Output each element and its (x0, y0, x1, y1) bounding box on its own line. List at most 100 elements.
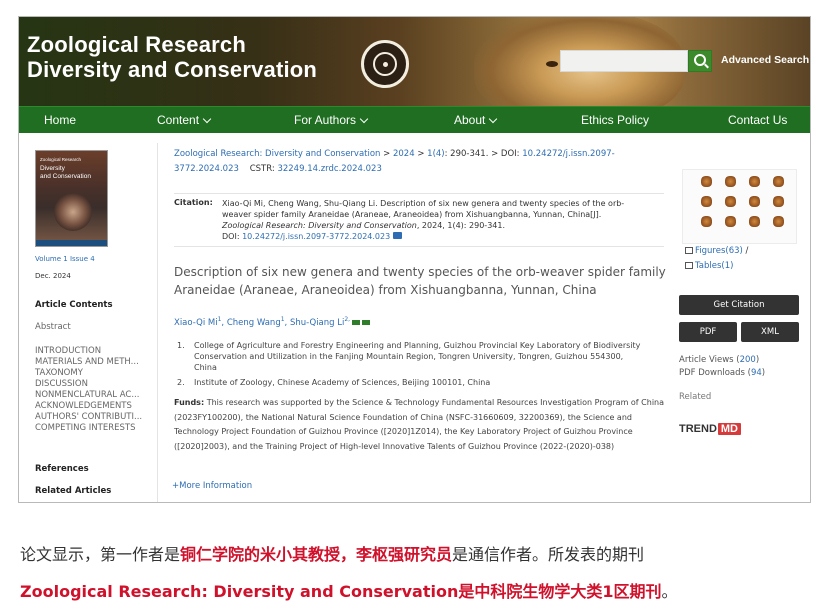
downloads-label: PDF Downloads ( (679, 368, 751, 378)
sidebar-section[interactable]: COMPETING INTERESTS (35, 423, 142, 434)
pdf-downloads: PDF Downloads (94) (679, 367, 765, 380)
nav-ethics-policy[interactable]: Ethics Policy (581, 113, 649, 127)
breadcrumb: Zoological Research: Diversity and Conse… (174, 147, 644, 177)
figure-thumb (773, 216, 784, 227)
search-button[interactable] (688, 50, 712, 72)
funds-label: Funds: (174, 398, 205, 407)
corresponding-author-icon[interactable] (352, 319, 361, 325)
figure-thumb (773, 176, 784, 187)
article-title: Description of six new genera and twenty… (174, 263, 674, 299)
pdf-button[interactable]: PDF (679, 322, 737, 342)
author-link[interactable]: Shu-Qiang Li (290, 318, 344, 328)
sidebar-section[interactable]: ACKNOWLEDGEMENTS (35, 401, 142, 412)
more-information-link[interactable]: +More Information (172, 481, 252, 491)
sidebar-abstract[interactable]: Abstract (35, 322, 71, 332)
breadcrumb-journal[interactable]: Zoological Research: Diversity and Conse… (174, 149, 380, 159)
search-input[interactable] (560, 50, 688, 72)
journal-title-line2[interactable]: Diversity and Conservation (27, 57, 317, 83)
search-icon-handle (704, 63, 709, 69)
views-count[interactable]: 200 (740, 355, 756, 365)
citation-doi-link[interactable]: 10.24272/j.issn.2097-3772.2024.023 (242, 232, 390, 241)
figure-thumb (749, 216, 760, 227)
affiliation-item: 2. Institute of Zoology, Chinese Academy … (177, 377, 647, 388)
nav-contact-us[interactable]: Contact Us (728, 113, 787, 127)
citation-doi-line: DOI: 10.24272/j.issn.2097-3772.2024.023 (222, 231, 662, 242)
cover-bar (36, 240, 107, 246)
lion-eye (546, 61, 558, 67)
figure-thumb (701, 196, 712, 207)
image-icon (685, 247, 693, 254)
email-icon[interactable] (362, 319, 371, 325)
sidebar-related-articles[interactable]: Related Articles (35, 486, 111, 496)
nav-contact-us-label: Contact Us (728, 113, 788, 127)
caption-text: 是通信作者。所发表的期刊 (452, 545, 645, 564)
author-sup: 2, (344, 316, 351, 323)
xml-button[interactable]: XML (741, 322, 799, 342)
citation-line: Xiao-Qi Mi, Cheng Wang, Shu-Qiang Li. De… (222, 199, 625, 208)
figure-thumb (749, 176, 760, 187)
journal-logo[interactable] (361, 40, 409, 88)
author-link[interactable]: Cheng Wang (227, 318, 281, 328)
chevron-down-icon (202, 114, 212, 124)
nav-about[interactable]: About (454, 113, 498, 127)
nav-for-authors-label: For Authors (294, 113, 357, 127)
trendmd-logo[interactable]: TREND MD (679, 423, 741, 435)
citation-box: Citation: Xiao-Qi Mi, Cheng Wang, Shu-Qi… (174, 193, 664, 247)
site-header: Zoological Research Diversity and Conser… (19, 17, 810, 106)
cstr-link[interactable]: 32249.14.zrdc.2024.023 (277, 164, 381, 174)
caption-highlight: 铜仁学院的米小其教授，李枢强研究员 (180, 545, 453, 564)
figures-label: Figures(63) (695, 246, 743, 256)
breadcrumb-doi[interactable]: 10.24272/j.issn.2097- (522, 149, 615, 159)
affiliations: 1. College of Agriculture and Forestry En… (177, 340, 647, 392)
breadcrumb-year[interactable]: 2024 (393, 149, 415, 159)
breadcrumb-doi-cont[interactable]: 3772.2024.023 (174, 164, 239, 174)
tables-link[interactable]: Tables(1) (685, 261, 733, 271)
cover-spider-image (54, 193, 92, 231)
breadcrumb-sep: > (380, 149, 393, 159)
related-heading: Related (679, 392, 712, 402)
downloads-count[interactable]: 94 (751, 368, 762, 378)
sidebar-section[interactable]: INTRODUCTION (35, 346, 142, 357)
nav-ethics-policy-label: Ethics Policy (581, 113, 650, 127)
breadcrumb-pages: : 290-341. > DOI: (444, 149, 523, 159)
cover-title-1: Diversity (40, 165, 65, 172)
logo-ring (373, 52, 397, 76)
get-citation-button[interactable]: Get Citation (679, 295, 799, 315)
author-link[interactable]: Xiao-Qi Mi (174, 318, 218, 328)
nav-content-label: Content (157, 113, 200, 127)
screenshot-frame: Zoological Research Diversity and Conser… (18, 16, 811, 503)
figures-slash: / (742, 246, 749, 256)
affiliation-item: 1. College of Agriculture and Forestry En… (177, 340, 647, 373)
citation-line: Zoological Research: Diversity and Conse… (222, 220, 662, 231)
figure-thumb (725, 176, 736, 187)
sidebar-references[interactable]: References (35, 464, 89, 474)
funds-text: Funds: This research was supported by th… (174, 396, 664, 454)
views-end: ) (755, 355, 760, 365)
issue-date: Dec. 2024 (35, 272, 71, 280)
journal-cover-image[interactable]: Zoological Research Diversity and Conser… (35, 150, 108, 247)
sidebar-section[interactable]: MATERIALS AND METH... (35, 357, 142, 368)
sidebar-section[interactable]: NONMENCLATURAL AC... (35, 390, 142, 401)
figure-thumb (701, 176, 712, 187)
cover-top-text: Zoological Research (40, 157, 82, 162)
sidebar-section[interactable]: AUTHORS' CONTRIBUTI... (35, 412, 142, 423)
volume-issue-link[interactable]: Volume 1 Issue 4 (35, 255, 95, 263)
logo-dot (383, 62, 388, 67)
nav-content[interactable]: Content (157, 113, 212, 127)
figures-link[interactable]: Figures(63) / (685, 246, 748, 256)
journal-title-line1[interactable]: Zoological Research (27, 32, 246, 58)
trend-text: TREND (679, 423, 717, 435)
tables-label: Tables(1) (695, 261, 734, 271)
figure-thumbnails[interactable] (682, 169, 797, 244)
affiliation-text: Institute of Zoology, Chinese Academy of… (194, 378, 491, 387)
breadcrumb-issue[interactable]: 1(4) (427, 149, 444, 159)
nav-for-authors[interactable]: For Authors (294, 113, 369, 127)
copy-icon[interactable] (393, 232, 403, 239)
advanced-search-link[interactable]: Advanced Search (721, 54, 809, 66)
article-metrics: Article Views (200) PDF Downloads (94) (679, 354, 765, 380)
sidebar-section[interactable]: DISCUSSION (35, 379, 142, 390)
md-text: MD (717, 423, 741, 435)
sidebar-section[interactable]: TAXONOMY (35, 368, 142, 379)
caption-text: 。 (661, 582, 678, 601)
nav-home[interactable]: Home (44, 113, 76, 127)
